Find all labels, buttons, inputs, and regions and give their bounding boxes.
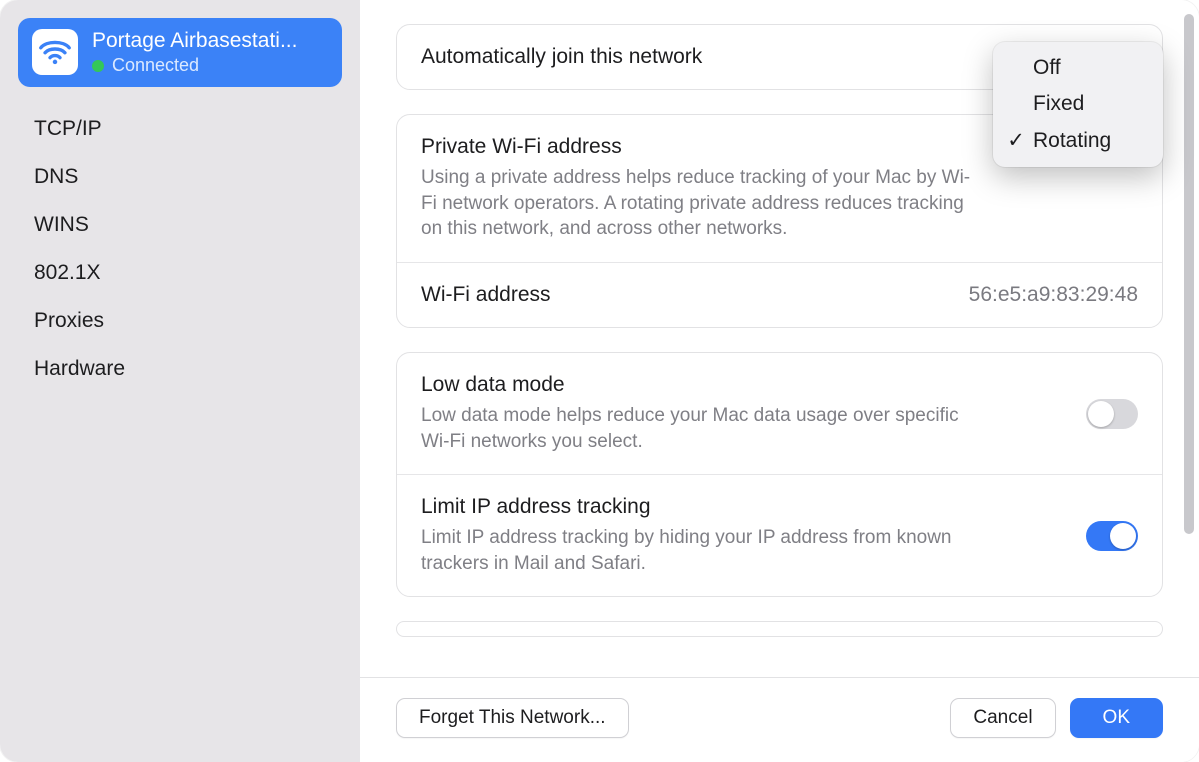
sidebar-item-dns[interactable]: DNS bbox=[24, 153, 336, 201]
dropdown-option-label: Off bbox=[1033, 56, 1061, 80]
sidebar-network-item[interactable]: Portage Airbasestati... Connected bbox=[18, 18, 342, 87]
row-low-data: Low data mode Low data mode helps reduce… bbox=[397, 353, 1162, 474]
row-limit-ip: Limit IP address tracking Limit IP addre… bbox=[397, 474, 1162, 596]
toggle-knob bbox=[1088, 401, 1114, 427]
dropdown-option-label: Fixed bbox=[1033, 92, 1084, 116]
sidebar-item-8021x[interactable]: 802.1X bbox=[24, 249, 336, 297]
network-status-row: Connected bbox=[92, 54, 297, 77]
sidebar: Portage Airbasestati... Connected TCP/IP… bbox=[0, 0, 360, 762]
sidebar-item-wins[interactable]: WINS bbox=[24, 201, 336, 249]
ok-button[interactable]: OK bbox=[1070, 698, 1163, 738]
sidebar-item-tcpip[interactable]: TCP/IP bbox=[24, 105, 336, 153]
dropdown-option-fixed[interactable]: Fixed bbox=[993, 86, 1163, 122]
limit-ip-toggle[interactable] bbox=[1086, 521, 1138, 551]
wifi-address-value: 56:e5:a9:83:29:48 bbox=[969, 283, 1138, 307]
limit-ip-title: Limit IP address tracking bbox=[421, 495, 1066, 519]
low-data-toggle[interactable] bbox=[1086, 399, 1138, 429]
dropdown-option-off[interactable]: Off bbox=[993, 50, 1163, 86]
wifi-icon bbox=[32, 29, 78, 75]
network-name: Portage Airbasestati... bbox=[92, 28, 297, 54]
row-wifi-address: Wi-Fi address 56:e5:a9:83:29:48 bbox=[397, 262, 1162, 327]
toggle-knob bbox=[1110, 523, 1136, 549]
low-data-title: Low data mode bbox=[421, 373, 1066, 397]
sidebar-item-hardware[interactable]: Hardware bbox=[24, 345, 336, 393]
scrollbar-thumb[interactable] bbox=[1184, 14, 1194, 534]
wifi-address-title: Wi-Fi address bbox=[421, 283, 551, 307]
check-icon: ✓ bbox=[1005, 128, 1027, 153]
forget-network-button[interactable]: Forget This Network... bbox=[396, 698, 629, 738]
private-address-desc: Using a private address helps reduce tra… bbox=[421, 165, 981, 242]
settings-window: Portage Airbasestati... Connected TCP/IP… bbox=[0, 0, 1199, 762]
group-placeholder bbox=[396, 621, 1163, 637]
group-data-modes: Low data mode Low data mode helps reduce… bbox=[396, 352, 1163, 598]
network-status-label: Connected bbox=[112, 54, 199, 77]
footer: Forget This Network... Cancel OK bbox=[360, 677, 1199, 762]
sidebar-item-proxies[interactable]: Proxies bbox=[24, 297, 336, 345]
private-address-dropdown[interactable]: Off Fixed ✓ Rotating bbox=[993, 42, 1163, 167]
scrollbar[interactable] bbox=[1184, 14, 1194, 554]
limit-ip-desc: Limit IP address tracking by hiding your… bbox=[421, 525, 981, 576]
cancel-button[interactable]: Cancel bbox=[950, 698, 1055, 738]
main-panel: Automatically join this network Private … bbox=[360, 0, 1199, 762]
status-dot-icon bbox=[92, 60, 104, 72]
sidebar-list: TCP/IP DNS WINS 802.1X Proxies Hardware bbox=[18, 99, 342, 399]
low-data-desc: Low data mode helps reduce your Mac data… bbox=[421, 403, 981, 454]
dropdown-option-label: Rotating bbox=[1033, 129, 1111, 153]
network-text: Portage Airbasestati... Connected bbox=[92, 28, 297, 77]
dropdown-option-rotating[interactable]: ✓ Rotating bbox=[993, 122, 1163, 159]
